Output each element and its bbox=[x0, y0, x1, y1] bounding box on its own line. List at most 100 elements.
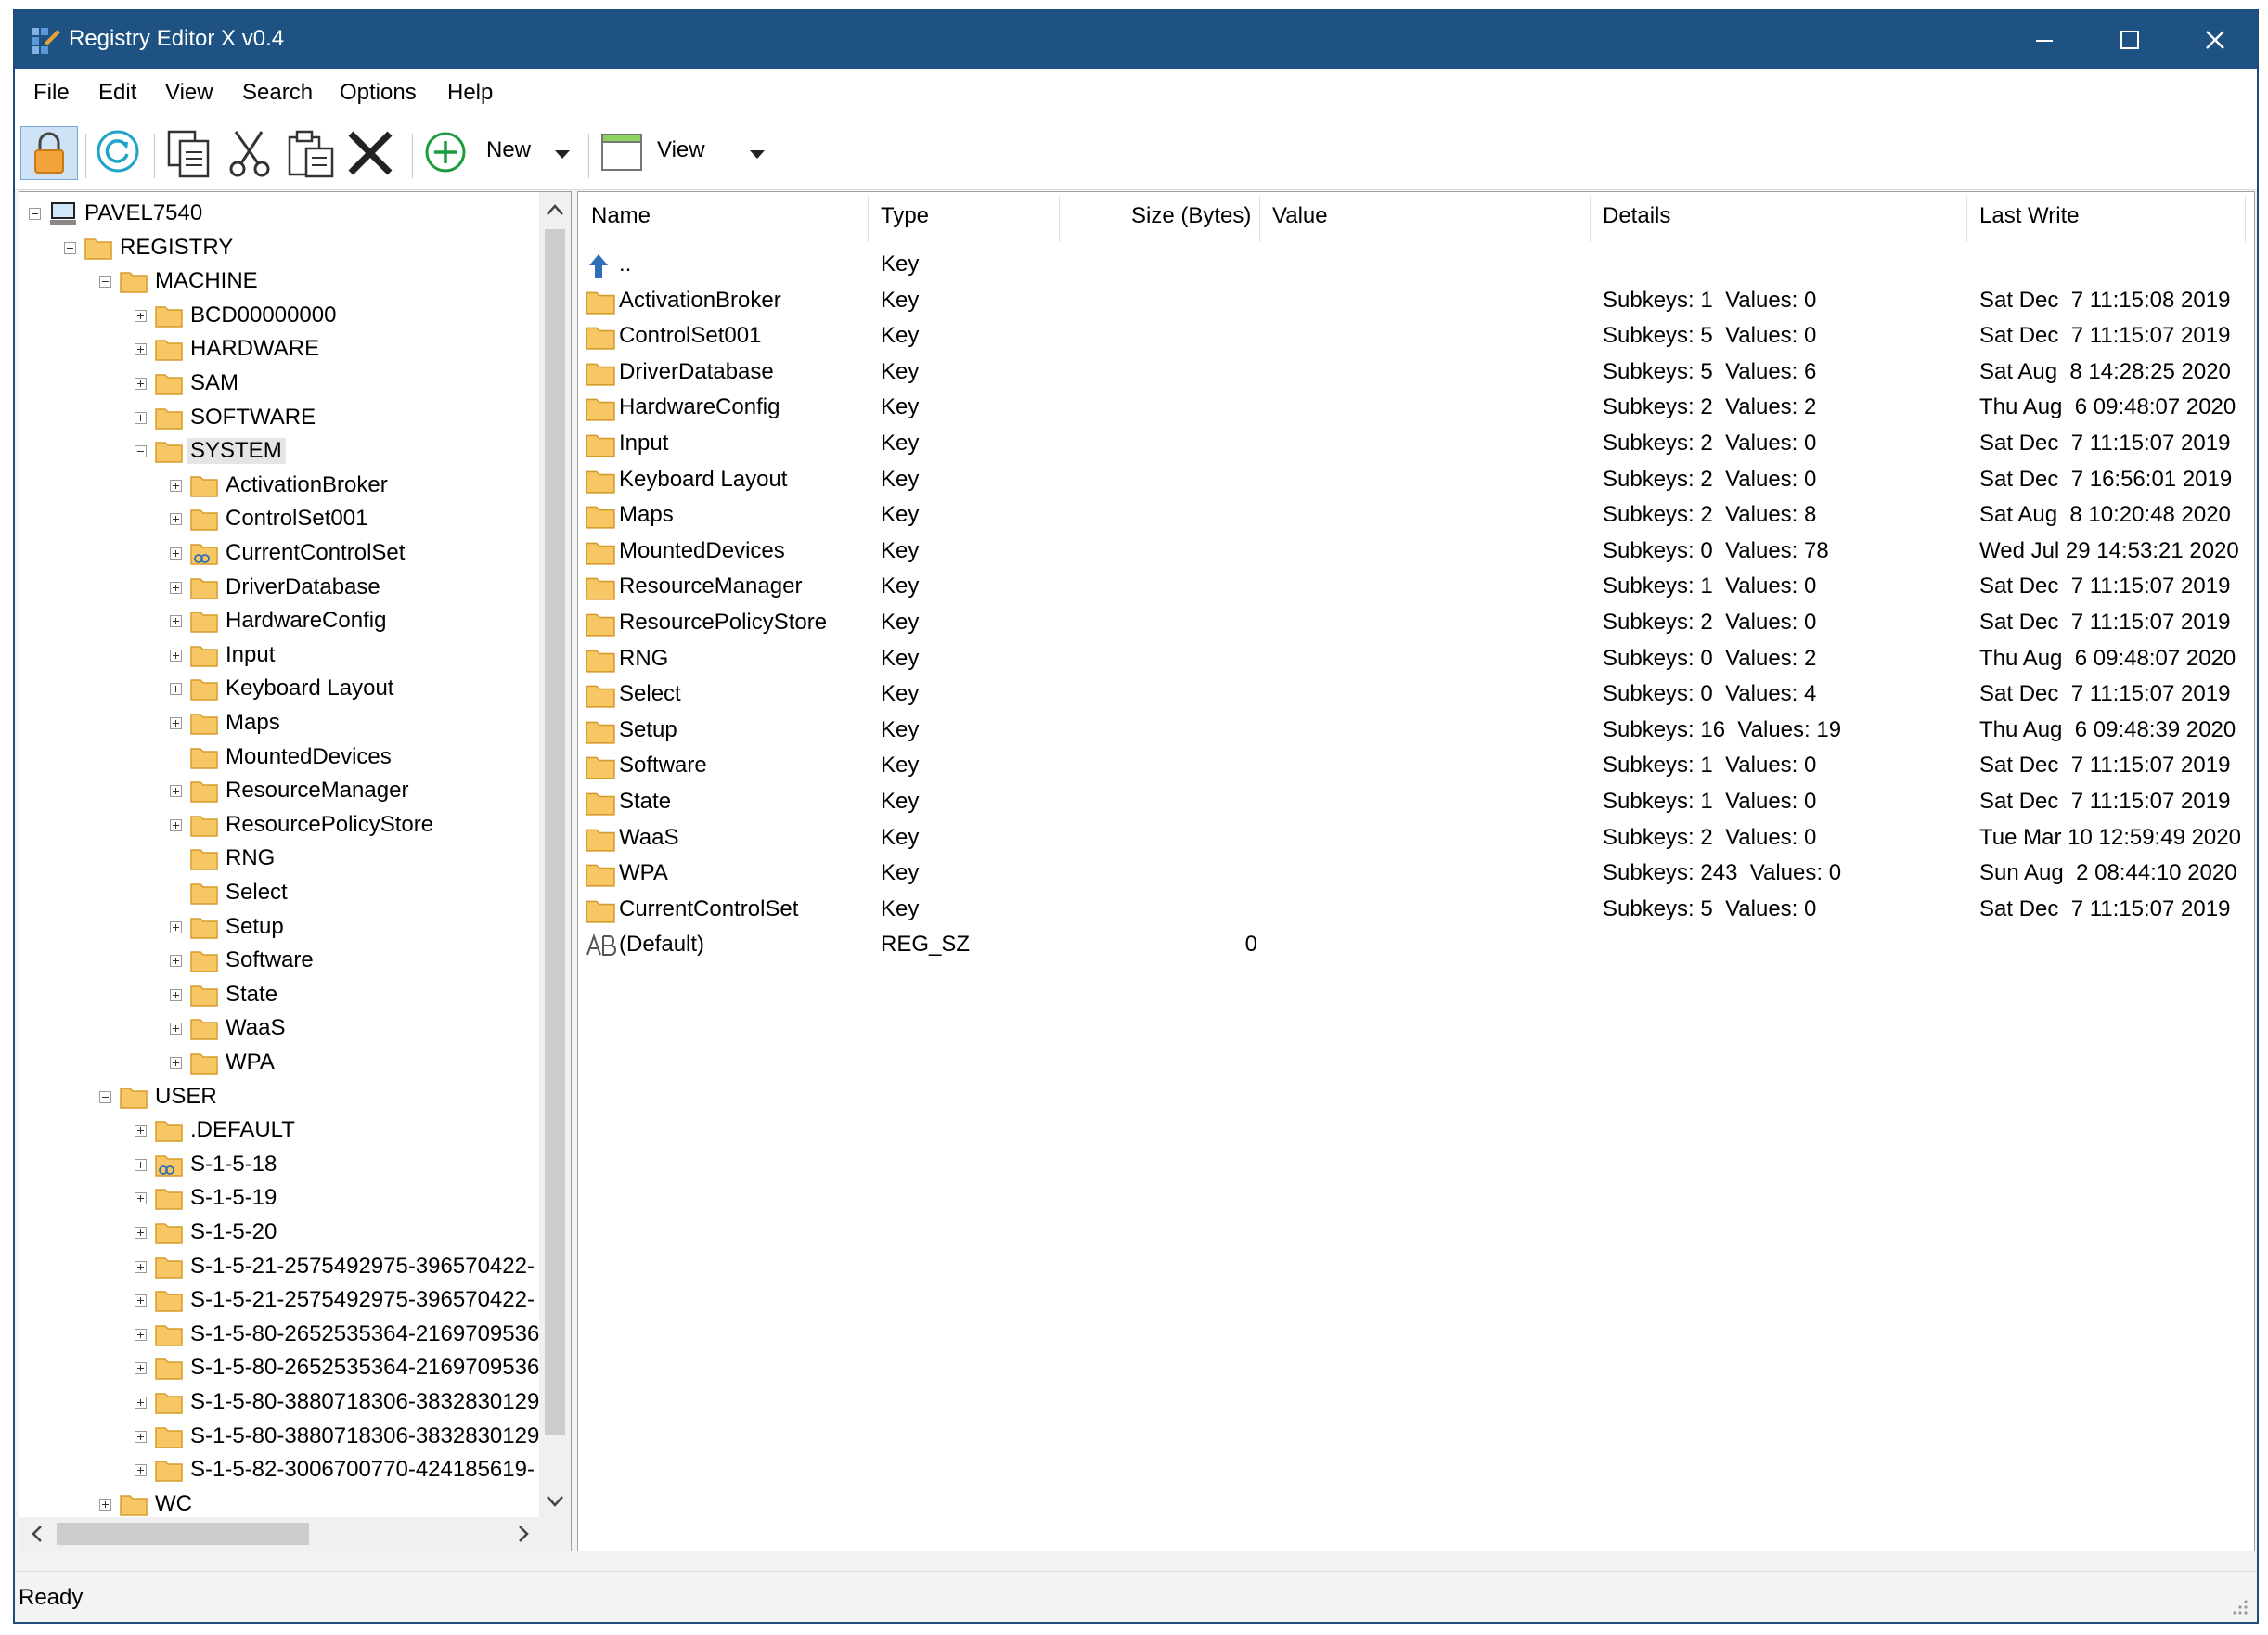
tree-node[interactable]: DriverDatabase bbox=[19, 572, 539, 605]
tree-node[interactable]: S-1-5-80-2652535364-2169709536 bbox=[19, 1319, 539, 1352]
expand-icon[interactable] bbox=[170, 955, 182, 968]
scroll-right-icon[interactable] bbox=[517, 1524, 530, 1544]
collapse-icon[interactable] bbox=[29, 208, 41, 220]
copy-button[interactable] bbox=[163, 128, 213, 178]
values-list[interactable]: Name Type Size (Bytes) Value Details Las… bbox=[577, 191, 2255, 1551]
tree-node[interactable]: Software bbox=[19, 945, 539, 978]
list-row[interactable]: Software Key Subkeys: 1 Values: 0 Sat Dec 7… bbox=[578, 749, 2254, 784]
cut-button[interactable] bbox=[225, 128, 275, 178]
expand-icon[interactable] bbox=[135, 1397, 147, 1409]
expand-icon[interactable] bbox=[170, 649, 182, 662]
tree-node[interactable]: S-1-5-18 bbox=[19, 1149, 539, 1182]
tree-node[interactable]: WPA bbox=[19, 1047, 539, 1080]
expand-icon[interactable] bbox=[170, 615, 182, 628]
scroll-left-icon[interactable] bbox=[31, 1524, 44, 1544]
menu-options[interactable]: Options bbox=[340, 80, 417, 106]
expand-icon[interactable] bbox=[135, 1260, 147, 1273]
list-row[interactable]: (Default) REG_SZ 0 bbox=[578, 928, 2254, 963]
tree-node[interactable]: Maps bbox=[19, 707, 539, 740]
expand-icon[interactable] bbox=[135, 1227, 147, 1239]
tree-node[interactable]: S-1-5-21-2575492975-396570422- bbox=[19, 1284, 539, 1318]
tree-vertical-thumb[interactable] bbox=[545, 229, 565, 1435]
minimize-button[interactable] bbox=[2003, 11, 2088, 69]
tree-vertical-scrollbar[interactable] bbox=[539, 192, 571, 1519]
expand-icon[interactable] bbox=[135, 343, 147, 356]
list-row[interactable]: .. Key bbox=[578, 248, 2254, 283]
list-row[interactable]: ResourcePolicyStore Key Subkeys: 2 Values:… bbox=[578, 606, 2254, 641]
tree-node[interactable]: Setup bbox=[19, 911, 539, 945]
tree-node[interactable]: USER bbox=[19, 1081, 539, 1114]
list-row[interactable]: RNG Key Subkeys: 0 Values: 2 Thu Aug 6 09:4… bbox=[578, 642, 2254, 677]
tree-horizontal-thumb[interactable] bbox=[57, 1523, 309, 1545]
expand-icon[interactable] bbox=[135, 1464, 147, 1477]
list-row[interactable]: WaaS Key Subkeys: 2 Values: 0 Tue Mar 10 12… bbox=[578, 821, 2254, 856]
column-header-last-write[interactable]: Last Write bbox=[1979, 203, 2080, 229]
resize-grip-icon[interactable] bbox=[2231, 1598, 2249, 1616]
tree-node[interactable]: ControlSet001 bbox=[19, 503, 539, 536]
list-row[interactable]: DriverDatabase Key Subkeys: 5 Values: 6 Sat… bbox=[578, 355, 2254, 391]
tree-node[interactable]: S-1-5-80-3880718306-3832830129 bbox=[19, 1386, 539, 1420]
refresh-button[interactable] bbox=[95, 128, 145, 178]
expand-icon[interactable] bbox=[135, 1125, 147, 1138]
collapse-icon[interactable] bbox=[135, 445, 147, 458]
tree-node[interactable]: BCD00000000 bbox=[19, 300, 539, 333]
list-row[interactable]: Setup Key Subkeys: 16 Values: 19 Thu Aug 6 … bbox=[578, 714, 2254, 749]
maximize-button[interactable] bbox=[2088, 11, 2173, 69]
list-row[interactable]: HardwareConfig Key Subkeys: 2 Values: 2 Thu… bbox=[578, 391, 2254, 426]
menu-help[interactable]: Help bbox=[447, 80, 493, 106]
list-row[interactable]: Select Key Subkeys: 0 Values: 4 Sat Dec 7 1… bbox=[578, 677, 2254, 713]
list-row[interactable]: State Key Subkeys: 1 Values: 0 Sat Dec 7 11… bbox=[578, 785, 2254, 820]
tree-node[interactable]: REGISTRY bbox=[19, 232, 539, 265]
tree-node[interactable]: Keyboard Layout bbox=[19, 673, 539, 706]
expand-icon[interactable] bbox=[170, 818, 182, 831]
tree-node[interactable]: RNG bbox=[19, 843, 539, 876]
tree-node[interactable]: MACHINE bbox=[19, 265, 539, 299]
column-header-size[interactable]: Size (Bytes) bbox=[1131, 203, 1251, 229]
expand-icon[interactable] bbox=[170, 513, 182, 526]
expand-icon[interactable] bbox=[170, 988, 182, 1001]
view-button[interactable]: View bbox=[599, 128, 765, 178]
expand-icon[interactable] bbox=[170, 717, 182, 729]
menu-edit[interactable]: Edit bbox=[98, 80, 136, 106]
scroll-down-icon[interactable] bbox=[545, 1495, 565, 1508]
expand-icon[interactable] bbox=[170, 547, 182, 560]
collapse-icon[interactable] bbox=[64, 241, 76, 254]
tree-node[interactable]: S-1-5-82-3006700770-424185619- bbox=[19, 1454, 539, 1487]
tree-node[interactable]: S-1-5-20 bbox=[19, 1217, 539, 1250]
tree-node[interactable]: State bbox=[19, 979, 539, 1012]
tree-node[interactable]: SYSTEM bbox=[19, 435, 539, 469]
registry-tree[interactable]: PAVEL7540 REGISTRY MACHINE BCD00000000 HARDW… bbox=[19, 191, 572, 1551]
column-header-type[interactable]: Type bbox=[881, 203, 929, 229]
tree-node[interactable]: .DEFAULT bbox=[19, 1114, 539, 1148]
list-row[interactable]: Maps Key Subkeys: 2 Values: 8 Sat Aug 8 10:… bbox=[578, 498, 2254, 534]
tree-node[interactable]: PAVEL7540 bbox=[19, 198, 539, 231]
expand-icon[interactable] bbox=[170, 785, 182, 798]
tree-node[interactable]: HARDWARE bbox=[19, 333, 539, 367]
expand-icon[interactable] bbox=[135, 309, 147, 322]
tree-node[interactable]: SOFTWARE bbox=[19, 402, 539, 435]
close-button[interactable] bbox=[2173, 11, 2257, 69]
collapse-icon[interactable] bbox=[99, 1090, 111, 1103]
list-row[interactable]: WPA Key Subkeys: 243 Values: 0 Sun Aug 2 08… bbox=[578, 856, 2254, 892]
list-row[interactable]: Input Key Subkeys: 2 Values: 0 Sat Dec 7 11… bbox=[578, 427, 2254, 462]
column-header-name[interactable]: Name bbox=[591, 203, 651, 229]
list-row[interactable]: ResourceManager Key Subkeys: 1 Values: 0 Sa… bbox=[578, 570, 2254, 605]
expand-icon[interactable] bbox=[99, 1498, 111, 1511]
list-row[interactable]: Keyboard Layout Key Subkeys: 2 Values: 0 Sa… bbox=[578, 463, 2254, 498]
tree-horizontal-scrollbar[interactable] bbox=[19, 1517, 539, 1551]
collapse-icon[interactable] bbox=[99, 276, 111, 289]
delete-button[interactable] bbox=[345, 128, 395, 178]
tree-node[interactable]: Input bbox=[19, 639, 539, 673]
tree-node[interactable]: SAM bbox=[19, 367, 539, 401]
expand-icon[interactable] bbox=[170, 581, 182, 594]
menu-search[interactable]: Search bbox=[242, 80, 313, 106]
tree-node[interactable]: WaaS bbox=[19, 1012, 539, 1046]
tree-node[interactable]: ActivationBroker bbox=[19, 470, 539, 503]
tree-node[interactable]: S-1-5-80-3880718306-3832830129 bbox=[19, 1421, 539, 1454]
tree-node[interactable]: Select bbox=[19, 877, 539, 910]
expand-icon[interactable] bbox=[170, 1057, 182, 1069]
menu-view[interactable]: View bbox=[165, 80, 213, 106]
expand-icon[interactable] bbox=[170, 683, 182, 696]
expand-icon[interactable] bbox=[135, 1362, 147, 1375]
menu-file[interactable]: File bbox=[33, 80, 70, 106]
